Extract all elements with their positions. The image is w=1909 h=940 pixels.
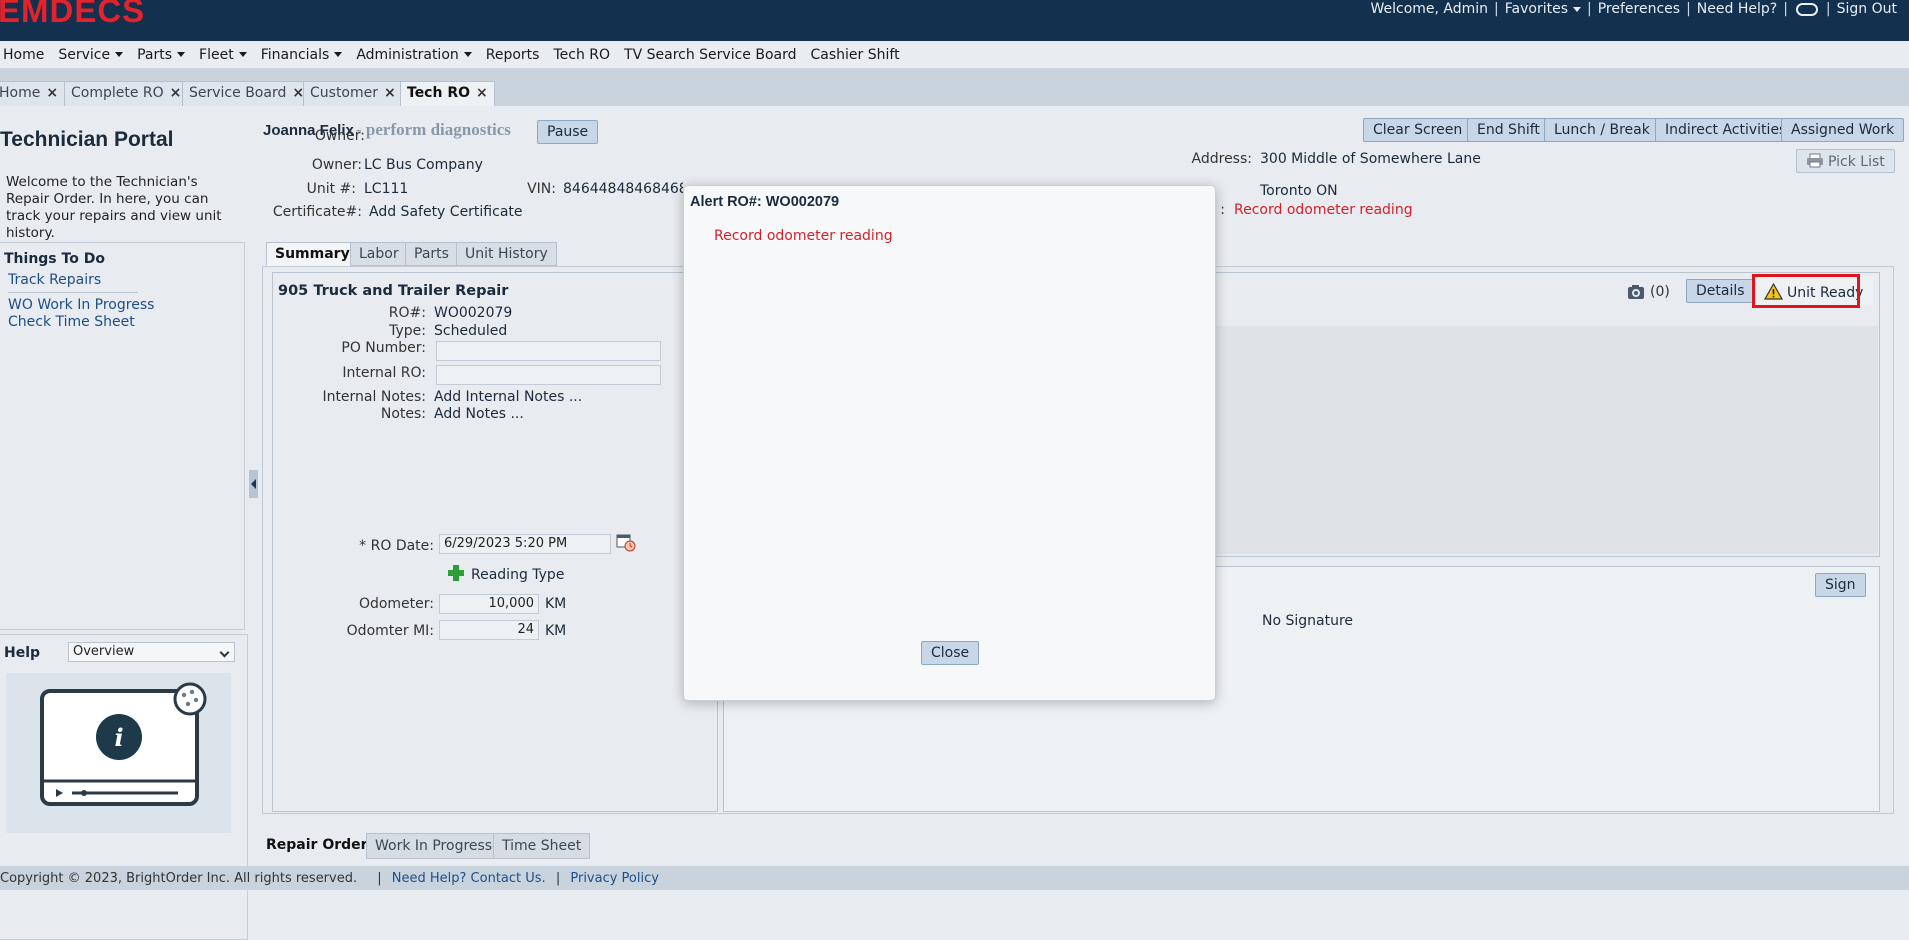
dialog-message: Record odometer reading xyxy=(714,228,893,244)
dialog-title: Alert RO#: WO002079 xyxy=(690,194,840,210)
alert-dialog: Alert RO#: WO002079 Record odometer read… xyxy=(683,185,1216,701)
close-button[interactable]: Close xyxy=(921,641,980,665)
